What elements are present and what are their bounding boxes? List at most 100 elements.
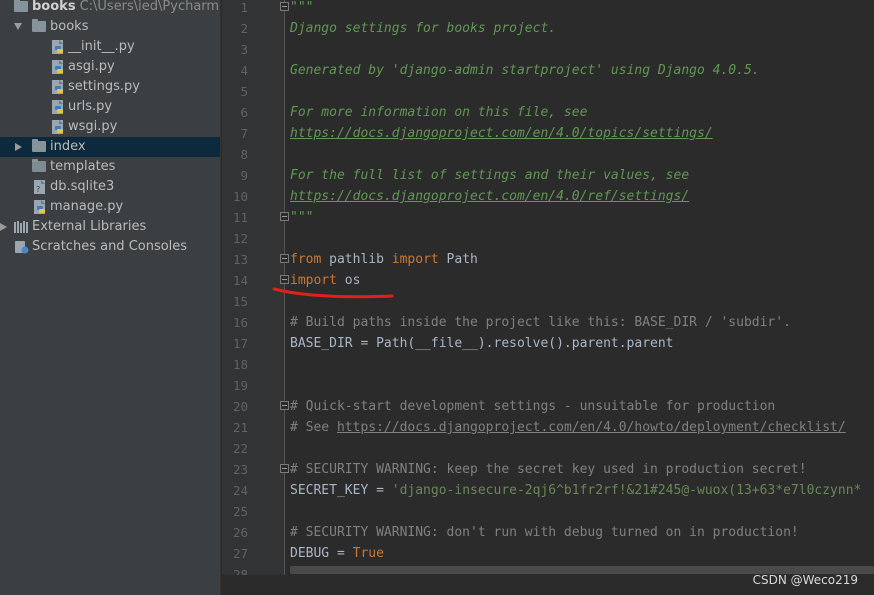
code-token: Django settings for books project. — [290, 21, 557, 36]
fold-toggle-icon[interactable] — [280, 401, 289, 410]
tree-item-label: settings.py — [68, 79, 140, 94]
line-number: 25 — [232, 504, 248, 519]
fold-toggle-icon[interactable] — [280, 254, 289, 263]
database-file-icon: ? — [34, 180, 45, 194]
folder-icon — [32, 19, 46, 32]
code-line[interactable]: """ — [290, 0, 313, 18]
line-number: 17 — [232, 336, 248, 351]
tree-item-label: index — [50, 139, 86, 154]
tree-item-manage[interactable]: manage.py — [0, 197, 220, 217]
chevron-right-icon[interactable] — [0, 223, 7, 231]
tree-item-label: manage.py — [50, 199, 124, 214]
line-number: 13 — [232, 252, 248, 267]
python-file-icon — [52, 120, 63, 134]
code-line[interactable]: SECRET_KEY = 'django-insecure-2qj6^b1fr2… — [290, 480, 861, 501]
line-number: 1 — [240, 0, 248, 15]
root-label: books — [32, 0, 76, 14]
line-number: 19 — [232, 378, 248, 393]
code-line[interactable]: from pathlib import Path — [290, 249, 478, 270]
code-line[interactable]: # See https://docs.djangoproject.com/en/… — [290, 417, 846, 438]
tree-item-label: books — [50, 19, 89, 34]
folder-icon — [14, 0, 28, 12]
code-line[interactable]: Django settings for books project. — [290, 18, 556, 39]
tree-item-label: wsgi.py — [68, 119, 118, 134]
tree-item-settings[interactable]: settings.py — [0, 77, 220, 97]
code-line[interactable]: https://docs.djangoproject.com/en/4.0/re… — [290, 186, 689, 207]
line-number: 16 — [232, 315, 248, 330]
code-token: For more information on this file, see — [290, 105, 588, 120]
line-number: 6 — [240, 105, 248, 120]
code-line[interactable]: For the full list of settings and their … — [290, 165, 689, 186]
code-token[interactable]: https://docs.djangoproject.com/en/4.0/ho… — [337, 420, 846, 435]
line-number: 20 — [232, 399, 248, 414]
code-token: import — [391, 252, 439, 267]
root-path: C:\Users\ied\PycharmPro — [79, 0, 220, 14]
tree-item-label: asgi.py — [68, 59, 115, 74]
code-line[interactable]: # Build paths inside the project like th… — [290, 312, 791, 333]
code-line[interactable]: For more information on this file, see — [290, 102, 587, 123]
fold-toggle-icon[interactable] — [280, 464, 289, 473]
code-line[interactable]: # SECURITY WARNING: keep the secret key … — [290, 459, 807, 480]
tree-item-wsgi[interactable]: wsgi.py — [0, 117, 220, 137]
library-icon — [14, 221, 28, 233]
line-number: 10 — [232, 189, 248, 204]
code-line[interactable]: BASE_DIR = Path(__file__).resolve().pare… — [290, 333, 674, 354]
tree-item-asgi[interactable]: asgi.py — [0, 57, 220, 77]
red-underline-annotation — [272, 287, 394, 299]
code-line[interactable]: Generated by 'django-admin startproject'… — [290, 60, 760, 81]
line-number: 26 — [232, 525, 248, 540]
tree-item-scratches[interactable]: Scratches and Consoles — [0, 237, 220, 257]
tree-item-db[interactable]: ? db.sqlite3 — [0, 177, 220, 197]
code-line[interactable]: """ — [290, 207, 313, 228]
line-number: 24 — [232, 483, 248, 498]
code-token: from — [290, 252, 322, 267]
tree-item-urls[interactable]: urls.py — [0, 97, 220, 117]
fold-toggle-icon[interactable] — [280, 2, 289, 11]
chevron-right-icon[interactable] — [15, 143, 22, 151]
line-number: 23 — [232, 462, 248, 477]
code-token[interactable]: https://docs.djangoproject.com/en/4.0/re… — [290, 189, 689, 204]
tree-item-templates[interactable]: templates — [0, 157, 220, 177]
tree-item-label: templates — [50, 159, 116, 174]
code-token: BASE_DIR = Path(__file__).resolve().pare… — [290, 336, 674, 351]
line-number: 9 — [240, 168, 248, 183]
line-number: 2 — [240, 21, 248, 36]
folder-icon — [32, 159, 46, 172]
code-token: """ — [290, 210, 314, 225]
code-token: # See — [290, 420, 337, 435]
line-number: 18 — [232, 357, 248, 372]
tree-item-root[interactable]: booksC:\Users\ied\PycharmPro — [0, 0, 220, 17]
tree-item-index[interactable]: index — [0, 137, 220, 157]
code-token: 'django-insecure-2qj6^b1fr2rf!&21#245@-w… — [391, 483, 862, 498]
fold-toggle-icon[interactable] — [280, 275, 289, 284]
chevron-down-icon[interactable] — [14, 23, 22, 30]
code-line[interactable]: https://docs.djangoproject.com/en/4.0/to… — [290, 123, 713, 144]
folder-icon — [32, 139, 46, 152]
tree-item-label: db.sqlite3 — [50, 179, 115, 194]
line-number: 7 — [240, 126, 248, 141]
code-line[interactable]: # SECURITY WARNING: don't run with debug… — [290, 522, 799, 543]
python-file-icon — [52, 80, 63, 94]
line-number: 12 — [232, 231, 248, 246]
line-number: 15 — [232, 294, 248, 309]
tree-item-init[interactable]: __init__.py — [0, 37, 220, 57]
code-token: Generated by 'django-admin startproject'… — [290, 63, 760, 78]
line-number: 11 — [232, 210, 248, 225]
fold-toggle-icon[interactable] — [280, 212, 289, 221]
code-line[interactable]: DEBUG = True — [290, 543, 384, 564]
line-number: 8 — [240, 147, 248, 162]
code-token: True — [352, 546, 384, 561]
python-file-icon — [52, 40, 63, 54]
code-token: SECRET_KEY = — [290, 483, 392, 498]
line-number: 14 — [232, 273, 248, 288]
tree-item-books[interactable]: books — [0, 17, 220, 37]
tree-item-external-libraries[interactable]: External Libraries — [0, 217, 220, 237]
tree-item-label: urls.py — [68, 99, 113, 114]
code-token: Path — [438, 252, 478, 267]
code-token: """ — [290, 0, 314, 15]
code-token: # Build paths inside the project like th… — [290, 315, 791, 330]
python-file-icon — [52, 60, 63, 74]
code-line[interactable]: # Quick-start development settings - uns… — [290, 396, 775, 417]
code-token[interactable]: https://docs.djangoproject.com/en/4.0/to… — [290, 126, 713, 141]
python-file-icon — [34, 200, 45, 214]
